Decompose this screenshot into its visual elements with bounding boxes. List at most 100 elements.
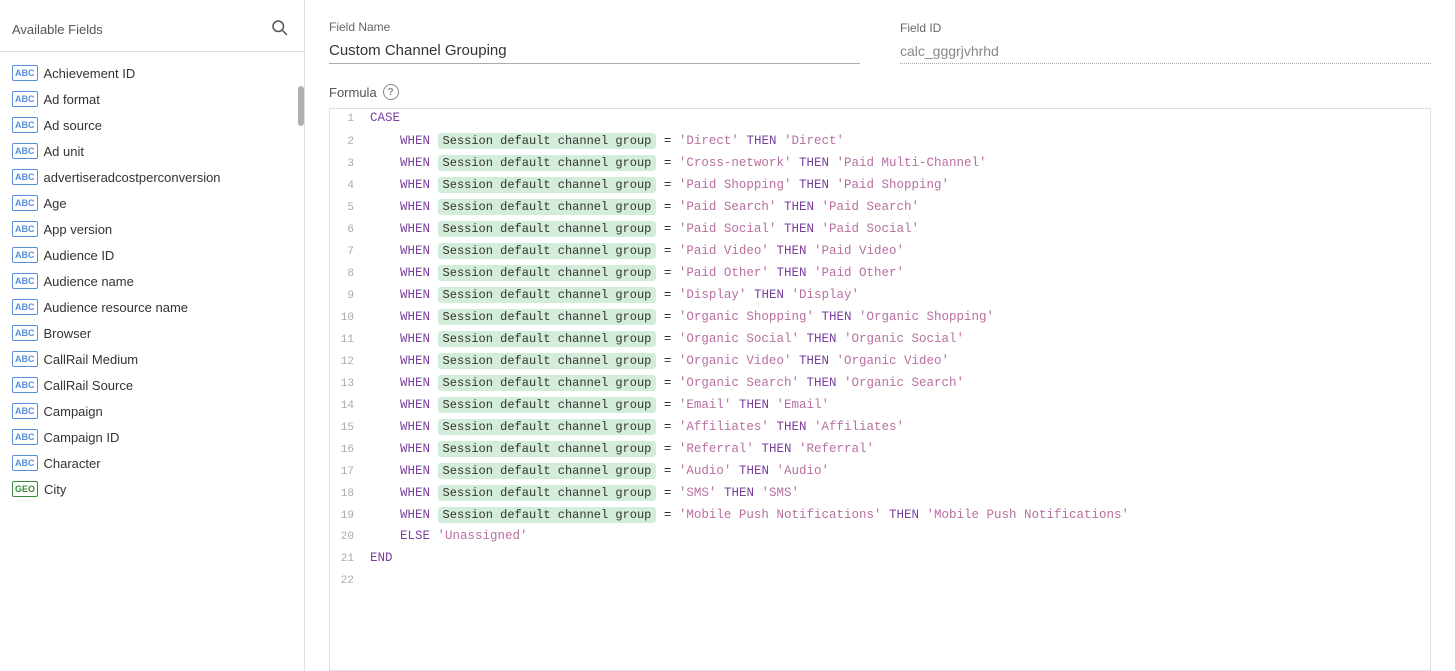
- code-line: 8 WHEN Session default channel group = '…: [330, 263, 1430, 285]
- line-content: WHEN Session default channel group = 'Or…: [366, 374, 1430, 392]
- field-item[interactable]: ABCAudience name: [0, 268, 304, 294]
- sidebar: Available Fields ABCAchievement IDABCAd …: [0, 0, 305, 671]
- keyword-end: END: [370, 551, 393, 565]
- field-item[interactable]: ABCCampaign ID: [0, 424, 304, 450]
- field-label: Character: [44, 456, 101, 471]
- field-label: Achievement ID: [44, 66, 136, 81]
- code-line: 1CASE: [330, 109, 1430, 131]
- field-item[interactable]: ABCCampaign: [0, 398, 304, 424]
- sidebar-scrollbar[interactable]: [298, 86, 304, 126]
- condition-value: 'Paid Shopping': [679, 178, 792, 192]
- keyword-then: THEN: [889, 508, 919, 522]
- field-item[interactable]: ABCAd format: [0, 86, 304, 112]
- search-button[interactable]: [266, 16, 292, 43]
- condition-value: 'Mobile Push Notifications': [679, 508, 882, 522]
- keyword-then: THEN: [761, 442, 791, 456]
- field-name-input[interactable]: [329, 38, 860, 64]
- result-value: 'Paid Social': [822, 222, 920, 236]
- field-badge: ABC: [12, 65, 38, 81]
- keyword-then: THEN: [806, 332, 836, 346]
- field-item[interactable]: ABC Character: [0, 450, 304, 476]
- code-line: 15 WHEN Session default channel group = …: [330, 417, 1430, 439]
- field-item[interactable]: ABCAd unit: [0, 138, 304, 164]
- keyword-when: WHEN: [400, 178, 430, 192]
- keyword-then: THEN: [776, 244, 806, 258]
- op-eq: =: [664, 376, 679, 390]
- line-content: WHEN Session default channel group = 'Or…: [366, 330, 1430, 348]
- result-value: 'Email': [776, 398, 829, 412]
- field-item[interactable]: GEOCity: [0, 476, 304, 502]
- op-eq: =: [664, 332, 679, 346]
- line-number: 10: [330, 310, 366, 324]
- line-number: 8: [330, 266, 366, 280]
- field-id-value: calc_gggrjvhrhd: [900, 39, 1431, 64]
- op-eq: =: [664, 178, 679, 192]
- field-badge: ABC: [12, 455, 38, 471]
- field-label: Browser: [44, 326, 92, 341]
- keyword-when: WHEN: [400, 200, 430, 214]
- code-line: 19 WHEN Session default channel group = …: [330, 505, 1430, 527]
- field-item[interactable]: ABCAge: [0, 190, 304, 216]
- keyword-when: WHEN: [400, 134, 430, 148]
- chip-field: Session default channel group: [438, 419, 657, 435]
- condition-value: 'Organic Social': [679, 332, 799, 346]
- keyword-then: THEN: [739, 398, 769, 412]
- field-item[interactable]: ABCAudience ID: [0, 242, 304, 268]
- else-value: 'Unassigned': [438, 529, 528, 543]
- line-content: WHEN Session default channel group = 'SM…: [366, 484, 1430, 502]
- condition-value: 'Paid Other': [679, 266, 769, 280]
- line-content: WHEN Session default channel group = 'Pa…: [366, 176, 1430, 194]
- condition-value: 'Organic Shopping': [679, 310, 814, 324]
- keyword-when: WHEN: [400, 442, 430, 456]
- formula-label: Formula ?: [329, 84, 1431, 100]
- field-item[interactable]: ABCAd source: [0, 112, 304, 138]
- chip-field: Session default channel group: [438, 353, 657, 369]
- field-label: Age: [44, 196, 67, 211]
- line-number: 20: [330, 529, 366, 543]
- result-value: 'Paid Search': [822, 200, 920, 214]
- main-content: Field Name Field ID calc_gggrjvhrhd Form…: [305, 0, 1455, 671]
- field-item[interactable]: ABC Browser: [0, 320, 304, 346]
- field-id-label: Field ID: [900, 21, 1431, 35]
- chip-field: Session default channel group: [438, 265, 657, 281]
- op-eq: =: [664, 156, 679, 170]
- help-icon[interactable]: ?: [383, 84, 399, 100]
- op-eq: =: [664, 420, 679, 434]
- field-badge: ABC: [12, 91, 38, 107]
- op-eq: =: [664, 310, 679, 324]
- condition-value: 'Direct': [679, 134, 739, 148]
- code-line: 4 WHEN Session default channel group = '…: [330, 175, 1430, 197]
- chip-field: Session default channel group: [438, 221, 657, 237]
- field-badge: ABC: [12, 143, 38, 159]
- field-item[interactable]: ABCCallRail Source: [0, 372, 304, 398]
- field-badge: ABC: [12, 325, 38, 341]
- line-content: WHEN Session default channel group = 'Di…: [366, 132, 1430, 150]
- sidebar-divider: [0, 51, 304, 52]
- condition-value: 'SMS': [679, 486, 717, 500]
- code-line: 5 WHEN Session default channel group = '…: [330, 197, 1430, 219]
- keyword-else: ELSE: [400, 529, 430, 543]
- field-label: CallRail Medium: [44, 352, 139, 367]
- line-number: 17: [330, 464, 366, 478]
- keyword-when: WHEN: [400, 222, 430, 236]
- field-item[interactable]: ABCAudience resource name: [0, 294, 304, 320]
- field-badge: ABC: [12, 169, 38, 185]
- field-item[interactable]: ABCadvertiseradcostperconversion: [0, 164, 304, 190]
- keyword-then: THEN: [776, 420, 806, 434]
- line-content: CASE: [366, 110, 1430, 126]
- field-item[interactable]: ABCApp version: [0, 216, 304, 242]
- field-item[interactable]: ABC CallRail Medium: [0, 346, 304, 372]
- chip-field: Session default channel group: [438, 133, 657, 149]
- chip-field: Session default channel group: [438, 441, 657, 457]
- result-value: 'Referral': [799, 442, 874, 456]
- code-editor[interactable]: 1CASE2 WHEN Session default channel grou…: [329, 108, 1431, 671]
- field-badge: ABC: [12, 351, 38, 367]
- keyword-when: WHEN: [400, 156, 430, 170]
- keyword-when: WHEN: [400, 376, 430, 390]
- field-item[interactable]: ABC Achievement ID: [0, 60, 304, 86]
- line-number: 4: [330, 178, 366, 192]
- line-number: 14: [330, 398, 366, 412]
- code-line: 3 WHEN Session default channel group = '…: [330, 153, 1430, 175]
- keyword-then: THEN: [739, 464, 769, 478]
- line-content: WHEN Session default channel group = 'Mo…: [366, 506, 1430, 524]
